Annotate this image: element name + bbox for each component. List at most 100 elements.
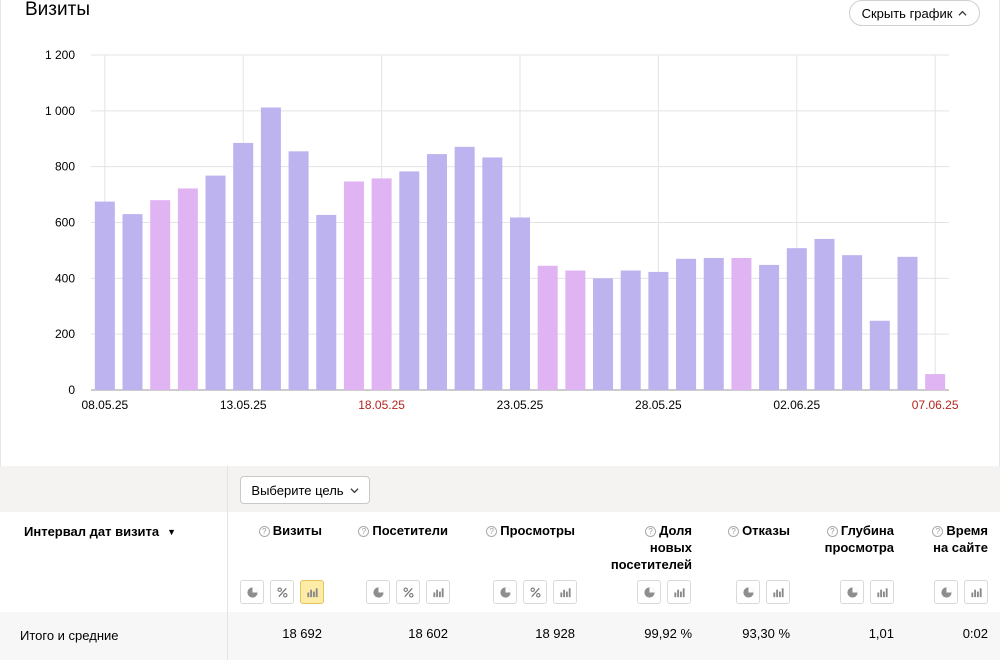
- metric-column-title: Доля: [659, 523, 692, 538]
- metric-column-header[interactable]: ? Посетители: [346, 522, 448, 539]
- pie-chart-icon[interactable]: [736, 580, 760, 604]
- bar[interactable]: [842, 255, 863, 390]
- bar[interactable]: [648, 271, 669, 390]
- dimension-header[interactable]: Интервал дат визита ▼: [24, 524, 176, 539]
- bar[interactable]: [786, 248, 807, 390]
- bar[interactable]: [565, 270, 586, 390]
- metric-column-header[interactable]: ? Глубина просмотра: [810, 522, 894, 556]
- totals-row: Итого и средние 18 692 18 602 18 928 99,92 …: [0, 612, 1000, 660]
- bar[interactable]: [343, 181, 364, 390]
- help-icon[interactable]: ?: [258, 526, 270, 537]
- bar[interactable]: [593, 278, 614, 390]
- help-icon[interactable]: ?: [728, 526, 740, 537]
- metric-column-header[interactable]: ? Просмотры: [474, 522, 575, 539]
- bar[interactable]: [150, 200, 171, 390]
- bar[interactable]: [814, 238, 835, 390]
- metric-column-title-line: ? Посетители: [346, 522, 448, 539]
- metric-column-header[interactable]: ? Доля новых посетителей: [598, 522, 692, 573]
- percent-icon[interactable]: [396, 580, 420, 604]
- hide-chart-button[interactable]: Скрыть график: [849, 0, 980, 26]
- help-icon[interactable]: ?: [358, 526, 370, 537]
- totals-label: Итого и средние: [20, 628, 119, 643]
- bar[interactable]: [288, 151, 309, 390]
- bar-chart-icon[interactable]: [426, 580, 450, 604]
- bar[interactable]: [869, 320, 890, 390]
- metric-column-title-line: просмотра: [810, 539, 894, 556]
- view-mode-buttons: [493, 580, 577, 604]
- bar[interactable]: [371, 178, 392, 390]
- help-icon[interactable]: ?: [826, 526, 838, 537]
- table-toolbar: Выберите цель: [0, 466, 1000, 512]
- bar[interactable]: [759, 264, 780, 390]
- bar[interactable]: [897, 256, 918, 390]
- bar[interactable]: [620, 270, 641, 390]
- metric-column-title-block: ? Время на сайте: [918, 522, 988, 556]
- bar-chart-icon[interactable]: [964, 580, 988, 604]
- metric-column-header[interactable]: ? Визиты: [248, 522, 322, 539]
- help-icon[interactable]: ?: [486, 526, 498, 537]
- goal-select-label: Выберите цель: [251, 482, 344, 498]
- percent-icon[interactable]: [270, 580, 294, 604]
- bar[interactable]: [731, 257, 752, 390]
- x-tick-label: 18.05.25: [358, 398, 405, 412]
- bar[interactable]: [510, 217, 530, 390]
- metric-column-title-block: ? Доля новых посетителей: [598, 522, 692, 573]
- pie-chart-icon[interactable]: [493, 580, 517, 604]
- bar-chart-icon[interactable]: [766, 580, 790, 604]
- bar[interactable]: [676, 258, 697, 390]
- goal-select-button[interactable]: Выберите цель: [240, 476, 370, 504]
- bar-chart-icon[interactable]: [667, 580, 691, 604]
- metric-column-title: Глубина: [840, 523, 894, 538]
- metric-column-header[interactable]: ? Отказы: [716, 522, 790, 539]
- hide-chart-label: Скрыть график: [861, 5, 953, 21]
- column-divider: [227, 466, 228, 660]
- bar[interactable]: [537, 265, 558, 390]
- help-icon[interactable]: ?: [932, 526, 944, 537]
- total-value: 0:02: [962, 626, 988, 641]
- bar[interactable]: [399, 171, 420, 390]
- total-value: 99,92 %: [644, 626, 692, 641]
- view-mode-buttons: [366, 580, 450, 604]
- bar-chart-icon[interactable]: [870, 580, 894, 604]
- bar[interactable]: [482, 157, 503, 390]
- y-tick-label: 600: [55, 216, 75, 230]
- total-value: 93,30 %: [742, 626, 790, 641]
- percent-icon[interactable]: [523, 580, 547, 604]
- bar[interactable]: [316, 214, 337, 390]
- bar-chart-icon[interactable]: [300, 580, 324, 604]
- metric-column-title-block: ? Посетители: [346, 522, 448, 539]
- bar[interactable]: [454, 146, 475, 390]
- total-value: 18 928: [535, 626, 575, 641]
- metric-column-title: просмотра: [824, 540, 894, 555]
- bar[interactable]: [925, 374, 946, 390]
- x-tick-label: 13.05.25: [220, 398, 267, 412]
- bar[interactable]: [94, 201, 115, 390]
- y-tick-label: 200: [55, 327, 75, 341]
- x-tick-label: 08.05.25: [81, 398, 128, 412]
- x-tick-label: 28.05.25: [635, 398, 682, 412]
- metric-column-title-line: ? Визиты: [248, 522, 322, 539]
- bar[interactable]: [233, 142, 254, 390]
- metric-column-title: Отказы: [742, 523, 790, 538]
- metric-column-title-line: посетителей: [598, 556, 692, 573]
- pie-chart-icon[interactable]: [840, 580, 864, 604]
- pie-chart-icon[interactable]: [366, 580, 390, 604]
- pie-chart-icon[interactable]: [637, 580, 661, 604]
- bar[interactable]: [260, 107, 281, 390]
- metric-column-title-line: ? Глубина: [810, 522, 894, 539]
- metric-column-title-line: новых: [598, 539, 692, 556]
- bar[interactable]: [205, 175, 226, 390]
- total-value: 18 602: [408, 626, 448, 641]
- bar[interactable]: [703, 257, 724, 390]
- dimension-header-label: Интервал дат визита: [24, 524, 160, 539]
- y-tick-label: 400: [55, 271, 75, 285]
- x-tick-label: 07.06.25: [912, 398, 959, 412]
- bar-chart-icon[interactable]: [553, 580, 577, 604]
- pie-chart-icon[interactable]: [240, 580, 264, 604]
- help-icon[interactable]: ?: [645, 526, 657, 537]
- bar[interactable]: [426, 154, 447, 390]
- pie-chart-icon[interactable]: [934, 580, 958, 604]
- bar[interactable]: [177, 188, 198, 390]
- bar[interactable]: [122, 214, 143, 390]
- metric-column-header[interactable]: ? Время на сайте: [918, 522, 988, 556]
